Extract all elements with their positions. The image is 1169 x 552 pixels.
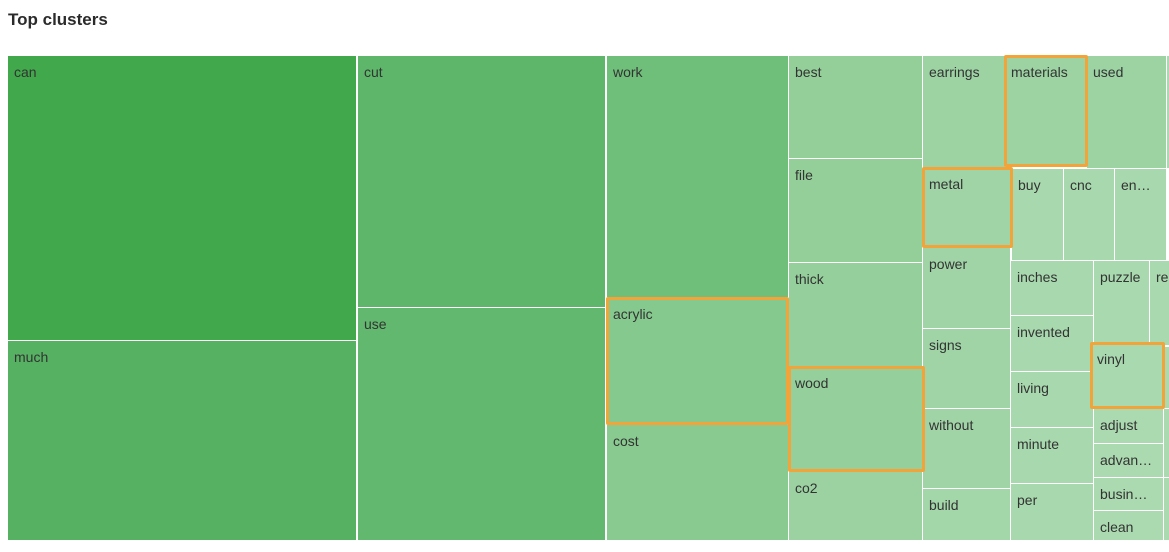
tile-label: work: [613, 64, 643, 80]
treemap-tile-acrylic[interactable]: acrylic: [606, 297, 789, 425]
tile-label: cnc: [1070, 177, 1092, 193]
treemap-tile-en[interactable]: en…: [1114, 168, 1167, 261]
treemap-tile-power[interactable]: power: [922, 247, 1011, 329]
tile-label: en…: [1121, 177, 1151, 193]
treemap-tile-cut[interactable]: cut: [357, 55, 606, 308]
treemap-tile-minute[interactable]: minute: [1010, 427, 1094, 484]
tile-label: acrylic: [613, 306, 653, 322]
treemap-tile-vinyl[interactable]: vinyl: [1090, 342, 1165, 409]
tile-label: metal: [929, 176, 964, 192]
treemap-tile-without[interactable]: without: [922, 408, 1011, 489]
treemap-tile-materials[interactable]: materials: [1004, 55, 1088, 167]
treemap-tile-advan[interactable]: advan…: [1093, 443, 1164, 478]
treemap-tile-build[interactable]: build: [922, 488, 1011, 541]
tile-label: adjust: [1100, 417, 1138, 433]
treemap-tile-truncated[interactable]: [1163, 408, 1169, 478]
treemap-tile-living[interactable]: living: [1010, 371, 1094, 428]
tile-label: build: [929, 497, 959, 513]
treemap-tile-co2[interactable]: co2: [788, 471, 923, 541]
treemap-tile-invented[interactable]: invented: [1010, 315, 1094, 372]
tile-label: co2: [795, 480, 818, 496]
treemap-tile-file[interactable]: file: [788, 158, 923, 263]
treemap-tile-best[interactable]: best: [788, 55, 923, 159]
tile-label: clean: [1100, 519, 1134, 535]
tile-label: busin…: [1100, 486, 1148, 502]
tile-label: buy: [1018, 177, 1041, 193]
tile-label: re: [1156, 269, 1169, 285]
tile-label: earrings: [929, 64, 980, 80]
treemap-tile-clean[interactable]: clean: [1093, 510, 1164, 541]
tile-label: living: [1017, 380, 1049, 396]
tile-label: materials: [1011, 64, 1068, 80]
treemap-tile-truncated[interactable]: [1163, 477, 1169, 541]
treemap-tile-wood[interactable]: wood: [788, 366, 925, 472]
tile-label: best: [795, 64, 822, 80]
tile-label: puzzle: [1100, 269, 1141, 285]
treemap-tile-earrings[interactable]: earrings: [922, 55, 1006, 169]
tile-label: file: [795, 167, 813, 183]
tile-label: vinyl: [1097, 351, 1126, 367]
treemap-tile-thick[interactable]: thick: [788, 262, 923, 368]
tile-label: thick: [795, 271, 824, 287]
tile-label: minute: [1017, 436, 1060, 452]
treemap-tile-per[interactable]: per: [1010, 483, 1094, 541]
treemap-tile-re[interactable]: re: [1149, 260, 1169, 346]
treemap-tile-metal[interactable]: metal: [922, 167, 1013, 248]
treemap-tile-cnc[interactable]: cnc: [1063, 168, 1115, 261]
tile-label: signs: [929, 337, 962, 353]
treemap-tile-busin[interactable]: busin…: [1093, 477, 1164, 511]
treemap-tile-work[interactable]: work: [606, 55, 789, 298]
treemap-tile-adjust[interactable]: adjust: [1093, 408, 1164, 444]
treemap-tile-inches[interactable]: inches: [1010, 260, 1094, 316]
treemap-tile-can[interactable]: can: [7, 55, 357, 341]
tile-label: per: [1017, 492, 1038, 508]
tile-label: invented: [1017, 324, 1070, 340]
treemap-tile-puzzle[interactable]: puzzle: [1093, 260, 1150, 344]
tile-label: cut: [364, 64, 383, 80]
treemap-tile-signs[interactable]: signs: [922, 328, 1011, 409]
tile-label: use: [364, 316, 387, 332]
tile-label: inches: [1017, 269, 1058, 285]
tile-label: advan…: [1100, 452, 1153, 468]
tile-label: cost: [613, 433, 639, 449]
treemap-tile-buy[interactable]: buy: [1011, 168, 1064, 261]
treemap-tile-much[interactable]: much: [7, 340, 357, 541]
treemap: can much cut use work acrylic cost best file thic…: [0, 0, 1169, 552]
tile-label: wood: [795, 375, 829, 391]
tile-label: much: [14, 349, 49, 365]
treemap-tile-cost[interactable]: cost: [606, 424, 789, 541]
treemap-tile-used[interactable]: used: [1086, 55, 1167, 169]
treemap-tile-use[interactable]: use: [357, 307, 606, 541]
tile-label: without: [929, 417, 974, 433]
tile-label: power: [929, 256, 968, 272]
tile-label: can: [14, 64, 37, 80]
tile-label: used: [1093, 64, 1124, 80]
